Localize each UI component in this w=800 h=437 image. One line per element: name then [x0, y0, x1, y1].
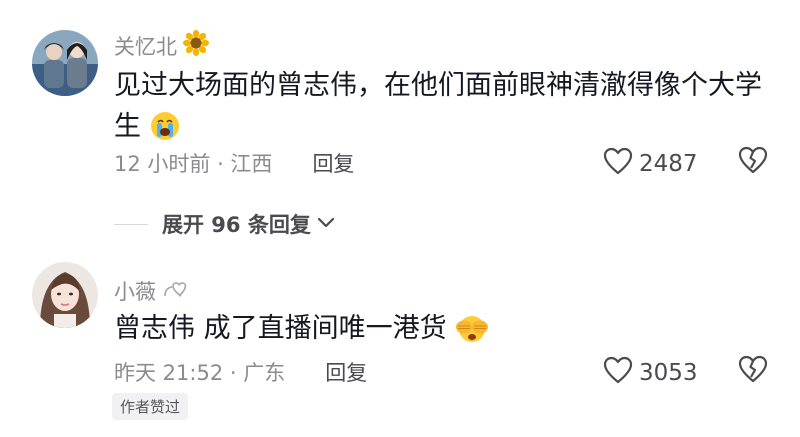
- username[interactable]: 小薇: [114, 276, 194, 306]
- heart-icon[interactable]: [603, 147, 633, 181]
- avatar[interactable]: [32, 262, 98, 328]
- like-button[interactable]: 3053: [603, 356, 698, 390]
- heart-icon[interactable]: [603, 356, 633, 390]
- like-count: 2487: [639, 151, 698, 177]
- broken-heart-icon[interactable]: [738, 355, 768, 387]
- comment-meta: 12 小时前 · 江西 回复: [114, 148, 354, 178]
- like-count: 3053: [639, 360, 698, 386]
- comment-text[interactable]: 见过大场面的曾志伟，在他们面前眼神清澈得像个大学生: [114, 65, 769, 153]
- dislike-button[interactable]: [738, 355, 768, 387]
- reply-button[interactable]: 回复: [325, 357, 367, 387]
- comment-text-body: 见过大场面的曾志伟，在他们面前眼神清澈得像个大学生: [114, 70, 762, 142]
- crying-face-icon: [150, 111, 180, 153]
- comment-item: 关忆北 见过大场面的曾志伟，在他们面前眼神清澈得像个大学生 12 小时前 · 江…: [0, 0, 800, 200]
- author-liked-badge: 作者赞过: [112, 393, 189, 420]
- sunflower-icon: [183, 30, 209, 61]
- dislike-button[interactable]: [738, 146, 768, 178]
- avatar[interactable]: [32, 30, 98, 96]
- username-text[interactable]: 关忆北: [114, 31, 177, 61]
- comment-text[interactable]: 曾志伟 成了直播间唯一港货: [114, 308, 769, 355]
- author-liked-icon: [162, 279, 194, 304]
- time-location: 12 小时前 · 江西: [114, 152, 273, 176]
- comment-meta: 昨天 21:52 · 广东 回复: [114, 357, 367, 387]
- comment-text-body: 曾志伟 成了直播间唯一港货: [114, 313, 447, 344]
- username-text[interactable]: 小薇: [114, 276, 156, 306]
- expand-replies-label[interactable]: 展开 96 条回复: [162, 209, 311, 239]
- chevron-down-icon[interactable]: [317, 215, 335, 234]
- expand-replies-button[interactable]: 展开 96 条回复: [114, 209, 335, 239]
- reply-button[interactable]: 回复: [312, 148, 354, 178]
- comment-item: 小薇 曾志伟 成了直播间唯一港货 昨天 21:52 · 广东 回复 3053 作…: [0, 262, 800, 437]
- like-button[interactable]: 2487: [603, 147, 698, 181]
- divider: [114, 223, 148, 225]
- time-location: 昨天 21:52 · 广东: [114, 361, 286, 385]
- username[interactable]: 关忆北: [114, 30, 209, 61]
- face-with-hands-over-eyes-icon: [455, 313, 489, 355]
- broken-heart-icon[interactable]: [738, 146, 768, 178]
